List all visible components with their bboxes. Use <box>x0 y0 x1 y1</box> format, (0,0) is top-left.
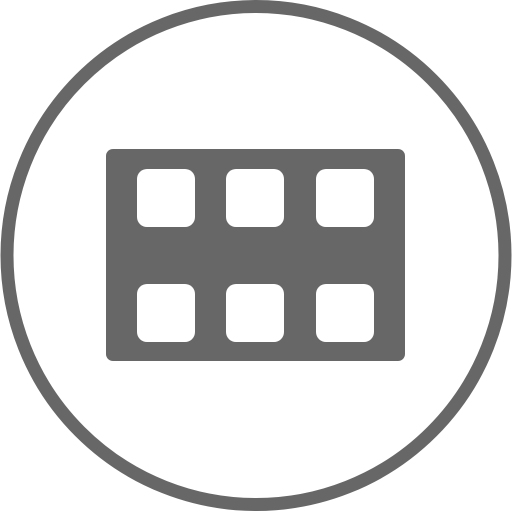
film-frame <box>316 169 374 227</box>
film-frame <box>137 169 195 227</box>
film-frame <box>316 284 374 342</box>
film-strip-icon <box>0 0 512 511</box>
film-frame <box>226 169 284 227</box>
icon-canvas <box>0 0 512 511</box>
film-frame <box>226 284 284 342</box>
film-frame <box>137 284 195 342</box>
